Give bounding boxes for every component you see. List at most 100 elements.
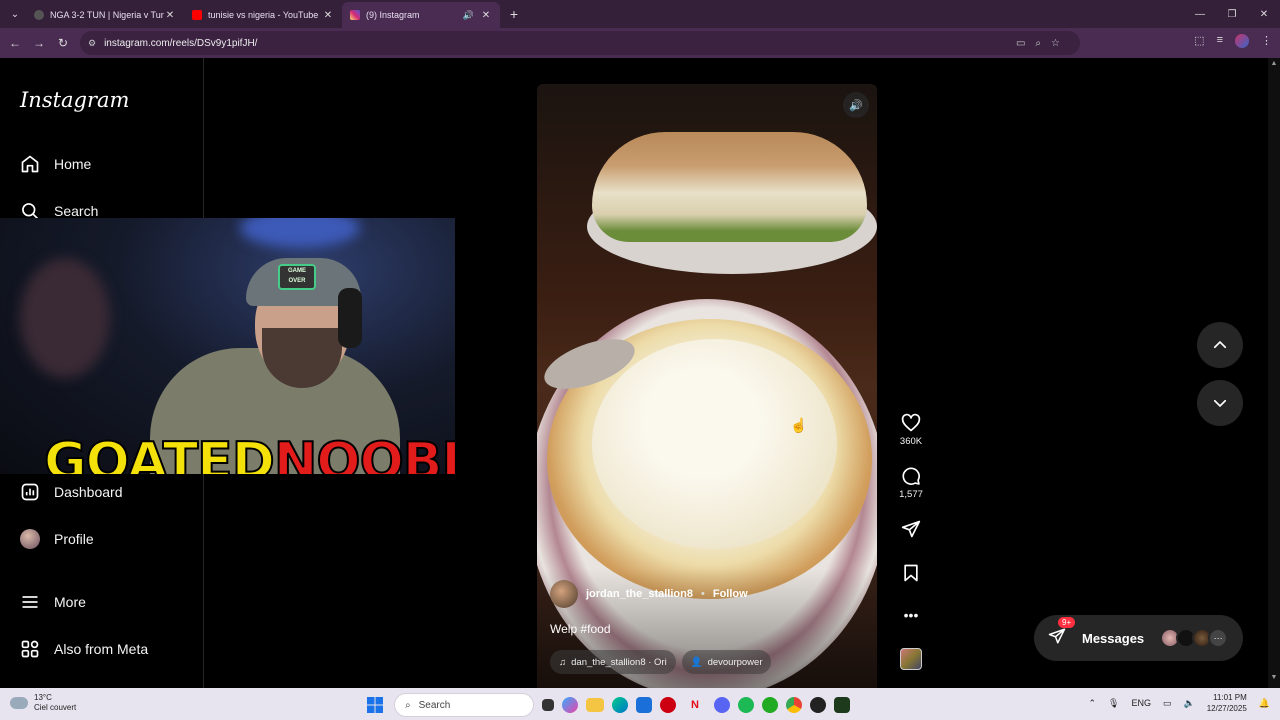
address-bar[interactable]: ⚙ instagram.com/reels/DSv9y1pifJH/ ▭ ⌕ ☆ [80,31,1080,55]
menu-icon [20,592,40,612]
close-tab-icon[interactable]: ✕ [322,10,334,21]
weather-widget[interactable]: 13°C Ciel couvert [10,693,76,713]
chevron-up-icon [1213,340,1227,349]
network-icon[interactable]: ▭ [1163,698,1172,709]
bookmark-star-icon[interactable]: ☆ [1051,38,1060,49]
profile-avatar [20,529,40,549]
comment-icon[interactable] [900,465,922,487]
chrome-icon[interactable] [786,697,802,713]
audio-label: dan_the_stallion8 · Ori [571,656,667,668]
audio-thumbnail[interactable] [900,648,922,670]
sidebar-item-more[interactable]: More [20,592,86,612]
profile-avatar-icon[interactable] [1235,34,1249,48]
save-action[interactable] [891,562,931,584]
xbox-icon[interactable] [762,697,778,713]
minimize-icon[interactable]: — [1184,0,1216,28]
file-explorer-icon[interactable] [586,698,604,712]
youtube-icon [192,10,202,20]
next-reel-button[interactable] [1197,380,1243,426]
more-horizontal-icon[interactable]: ••• [900,604,922,626]
new-tab-button[interactable]: + [504,6,524,22]
original-audio-action[interactable] [891,648,931,670]
windows-start-icon[interactable] [364,694,386,716]
discord-icon[interactable] [714,697,730,713]
headphones [338,288,362,348]
webcam-overlay: GAME OVER GOATEDNOOBIE [0,218,455,474]
tab-title: tunisie vs nigeria - YouTube [208,10,319,20]
audio-chip[interactable]: ♫ dan_the_stallion8 · Ori [550,650,676,674]
record-app-icon[interactable] [660,697,676,713]
browser-tab[interactable]: NGA 3-2 TUN | Nigeria v Tunisi ✕ [26,2,184,28]
netflix-icon[interactable]: N [684,694,706,716]
tab-search-button[interactable]: ⌄ [4,3,26,25]
share-action[interactable] [891,518,931,540]
notifications-icon[interactable]: 🔔 [1259,698,1270,709]
banner-word-2: NOOBIE [273,431,455,474]
follow-button[interactable]: Follow [713,588,748,600]
close-window-icon[interactable]: ✕ [1248,0,1280,28]
site-info-icon[interactable]: ⚙ [88,38,96,49]
app-icon[interactable] [810,697,826,713]
sidebar-item-dashboard[interactable]: Dashboard [20,482,123,502]
close-tab-icon[interactable]: ✕ [480,10,492,21]
store-icon[interactable] [636,697,652,713]
reel-video[interactable]: 🔊 jordan_the_stallion8 • Follow Welp #fo… [537,84,877,688]
banner-word-1: GOATED [43,431,276,474]
browser-menu-icon[interactable]: ⋮ [1261,34,1272,48]
zoom-icon[interactable]: ⌕ [1035,38,1041,49]
copilot-icon[interactable] [562,697,578,713]
author-avatar[interactable] [550,580,578,608]
sidebar-item-label: More [54,594,86,610]
tab-audio-icon[interactable]: 🔊 [463,10,474,21]
send-icon[interactable] [900,518,922,540]
spotify-icon[interactable] [738,697,754,713]
system-tray: ⌃ 🎙 ENG ▭ 🔈 11:01 PM 12/27/2025 🔔 [1089,692,1271,714]
language-indicator[interactable]: ENG [1131,698,1151,708]
scroll-down-icon[interactable]: ▼ [1268,674,1280,686]
browser-tab-bar: ⌄ NGA 3-2 TUN | Nigeria v Tunisi ✕ tunis… [0,0,1280,28]
clock-time: 11:01 PM [1213,693,1247,702]
reel-caption[interactable]: Welp #food [550,622,611,636]
sidebar-item-profile[interactable]: Profile [20,529,94,549]
sidebar-item-home[interactable]: Home [20,154,91,174]
media-controls-icon[interactable]: ≡ [1217,34,1223,48]
restore-icon[interactable]: ❐ [1216,0,1248,28]
microphone-icon[interactable]: 🎙 [1108,698,1119,709]
task-view-icon[interactable] [542,699,554,711]
previous-reel-button[interactable] [1197,322,1243,368]
tagged-user-chip[interactable]: 👤 devourpower [681,650,772,674]
tray-overflow-icon[interactable]: ⌃ [1089,698,1097,709]
volume-icon[interactable]: 🔊 [843,92,869,118]
edge-icon[interactable] [612,697,628,713]
reel-chips: ♫ dan_the_stallion8 · Ori 👤 devourpower [550,650,772,674]
like-action[interactable]: 360K [891,412,931,447]
unread-badge: 9+ [1058,616,1076,628]
cloud-icon [10,697,28,709]
back-icon[interactable]: ← [3,36,27,50]
cast-icon[interactable]: ▭ [1016,38,1025,49]
heart-icon[interactable] [900,412,922,434]
speaker-icon[interactable]: 🔈 [1184,698,1195,709]
clock[interactable]: 11:01 PM 12/27/2025 [1207,692,1247,714]
browser-tab-active[interactable]: (9) Instagram 🔊 ✕ [342,2,500,28]
page-scrollbar[interactable]: ▲ ▼ [1268,58,1280,688]
browser-tab[interactable]: tunisie vs nigeria - YouTube ✕ [184,2,342,28]
scroll-up-icon[interactable]: ▲ [1268,60,1280,72]
like-count: 360K [899,436,923,447]
bookmark-icon[interactable] [900,562,922,584]
terminal-icon[interactable] [834,697,850,713]
forward-icon[interactable]: → [27,36,51,50]
author-username[interactable]: jordan_the_stallion8 [586,588,693,600]
instagram-page: Instagram Home Search Dashboard Profile [0,58,1280,688]
close-tab-icon[interactable]: ✕ [164,10,176,21]
sidebar-item-also-from-meta[interactable]: Also from Meta [20,639,148,659]
comment-action[interactable]: 1,577 [891,465,931,500]
separator-dot: • [700,588,705,600]
reload-icon[interactable]: ↻ [51,36,75,50]
instagram-logo[interactable]: Instagram [20,88,129,112]
meta-apps-icon [20,639,40,659]
messages-button[interactable]: 9+ Messages ··· [1034,615,1243,661]
more-options-action[interactable]: ••• [891,604,931,626]
taskbar-search[interactable]: ⌕ Search [394,693,534,717]
extensions-icon[interactable]: ⬚ [1194,34,1204,48]
